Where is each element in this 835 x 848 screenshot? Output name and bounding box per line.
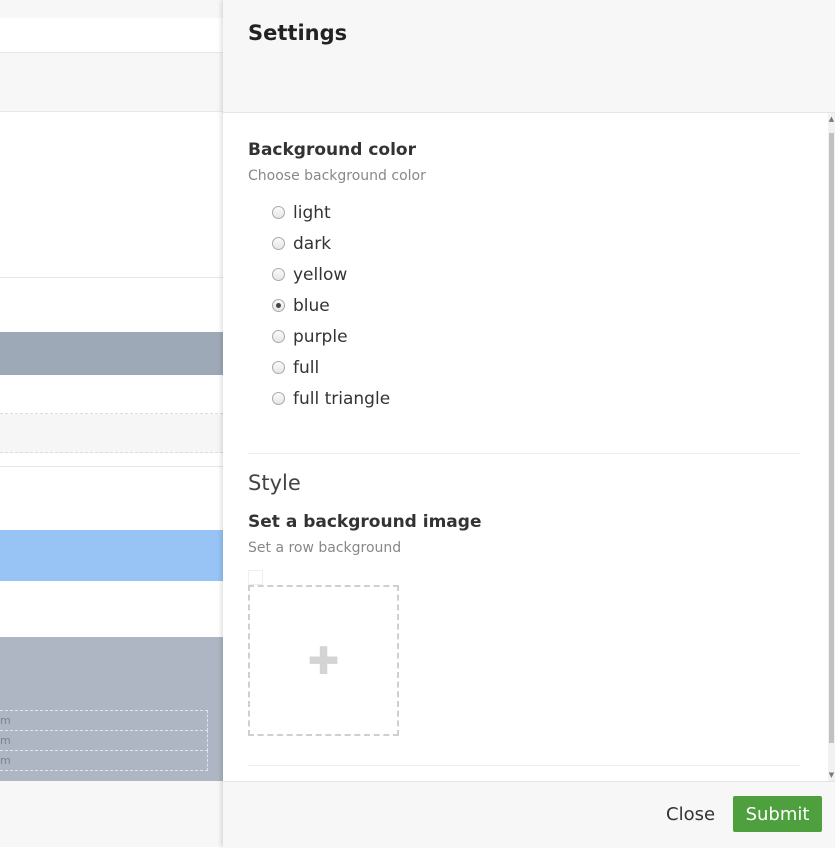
radio-option-label: purple (293, 326, 348, 347)
bg-block (0, 53, 223, 112)
bg-block (0, 0, 223, 18)
bg-block (0, 375, 223, 414)
background-image-label: Set a background image (248, 512, 482, 532)
scrollbar-thumb[interactable] (829, 133, 834, 743)
panel-header: Settings (223, 0, 835, 113)
style-heading: Style (248, 471, 301, 495)
bg-row-label: m (0, 730, 208, 751)
radio-button[interactable] (272, 237, 285, 250)
radio-button[interactable] (272, 299, 285, 312)
bg-block (0, 414, 223, 453)
panel-body: Background color Choose background color… (223, 113, 835, 781)
background-color-option-full-triangle[interactable]: full triangle (272, 383, 390, 414)
radio-button[interactable] (272, 206, 285, 219)
plus-icon: ✚ (307, 638, 340, 683)
background-color-option-light[interactable]: light (272, 197, 390, 228)
submit-button[interactable]: Submit (733, 796, 822, 832)
radio-option-label: blue (293, 295, 330, 316)
radio-button[interactable] (272, 392, 285, 405)
bg-row-label: m (0, 750, 208, 771)
radio-button[interactable] (272, 361, 285, 374)
background-color-option-yellow[interactable]: yellow (272, 259, 390, 290)
background-image-help: Set a row background (248, 540, 402, 556)
background-color-option-purple[interactable]: purple (272, 321, 390, 352)
section-divider (248, 765, 800, 766)
bg-block (0, 332, 223, 375)
background-color-option-blue[interactable]: blue (272, 290, 390, 321)
bg-block (0, 467, 223, 530)
background-color-label: Background color (248, 140, 416, 160)
panel-footer: Close Submit (223, 781, 835, 848)
settings-panel: Settings Background color Choose backgro… (223, 0, 835, 848)
bg-row-label: m (0, 710, 208, 731)
radio-option-label: full (293, 357, 320, 378)
radio-button[interactable] (272, 330, 285, 343)
panel-title: Settings (248, 21, 348, 45)
add-background-image-button[interactable]: ✚ (248, 585, 399, 736)
background-page: m m m (0, 0, 223, 847)
background-color-option-dark[interactable]: dark (272, 228, 390, 259)
background-color-help: Choose background color (248, 168, 426, 184)
bg-block (0, 18, 223, 53)
background-color-option-full[interactable]: full (272, 352, 390, 383)
bg-block (0, 781, 223, 847)
bg-block (0, 453, 223, 467)
image-preview-placeholder (248, 570, 263, 585)
radio-button[interactable] (272, 268, 285, 281)
radio-option-label: full triangle (293, 388, 391, 409)
panel-scrollbar[interactable]: ▲ ▼ (828, 113, 835, 781)
background-color-options: light dark yellow blue purple full full triang… (272, 197, 390, 414)
section-divider (248, 453, 800, 454)
radio-option-label: yellow (293, 264, 348, 285)
bg-block (0, 112, 223, 278)
bg-block (0, 278, 223, 332)
bg-block: m m m (0, 637, 223, 781)
scroll-down-icon[interactable]: ▼ (828, 771, 835, 779)
bg-block (0, 581, 223, 637)
bg-block (0, 530, 223, 581)
radio-option-label: dark (293, 233, 332, 254)
radio-option-label: light (293, 202, 331, 223)
close-button[interactable]: Close (655, 796, 726, 832)
scroll-up-icon[interactable]: ▲ (828, 115, 835, 123)
